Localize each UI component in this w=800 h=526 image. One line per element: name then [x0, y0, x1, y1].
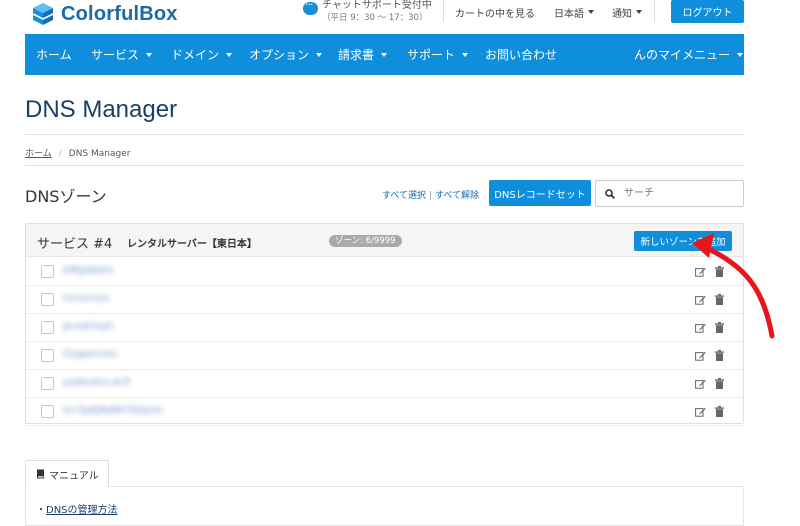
language-label: 日本語: [554, 8, 584, 20]
manual-link-dns[interactable]: DNSの管理方法: [46, 505, 118, 516]
zone-checkbox[interactable]: [41, 293, 54, 306]
chat-support[interactable]: チャットサポート受付中 （平日 9：30 ～ 17：30）: [303, 0, 432, 24]
breadcrumb-current: DNS Manager: [68, 149, 131, 159]
breadcrumb: ホーム / DNS Manager: [25, 149, 131, 159]
nav-item-options[interactable]: オプション: [249, 34, 323, 75]
chat-hours: （平日 9：30 ～ 17：30）: [322, 13, 428, 23]
nav-item-domains[interactable]: ドメイン: [171, 34, 233, 75]
chevron-down-icon: [146, 52, 153, 57]
chat-status: チャットサポート受付中: [322, 0, 432, 11]
edit-icon[interactable]: [695, 379, 706, 389]
zone-checkbox[interactable]: [41, 321, 54, 334]
zone-checkbox[interactable]: [41, 349, 54, 362]
chat-bubble-icon: [303, 0, 318, 15]
zone-row: yodevkm.dcfi: [26, 370, 743, 398]
nav-item-label: お問い合わせ: [485, 48, 558, 62]
add-zone-button[interactable]: 新しいゾーンを追加: [634, 231, 732, 251]
trash-icon[interactable]: [715, 322, 724, 333]
zone-name-link[interactable]: k9fg4pbm: [63, 265, 114, 276]
zone-row: ev-5p6j8d8h7kjlytm: [26, 398, 743, 426]
tab-manual-label: マニュアル: [49, 470, 99, 482]
nav-item-label: オプション: [249, 48, 310, 62]
nav-item-services[interactable]: サービス: [91, 34, 153, 75]
nav-item-label: 請求書: [338, 48, 375, 62]
brand-name: ColorfulBox: [61, 2, 178, 25]
book-icon: [37, 469, 44, 479]
nav-item-label: サービス: [91, 48, 140, 62]
zone-name-link[interactable]: h1nxrvzo: [63, 293, 109, 304]
nav-item-label: ドメイン: [171, 48, 220, 62]
cube-logo-icon: [32, 2, 54, 26]
zone-checkbox[interactable]: [41, 405, 54, 418]
nav-item-invoices[interactable]: 請求書: [338, 34, 388, 75]
trash-icon[interactable]: [715, 378, 724, 389]
zone-row: f1qwerrvei: [26, 342, 743, 370]
edit-icon[interactable]: [695, 407, 706, 417]
trash-icon[interactable]: [715, 266, 724, 277]
edit-icon[interactable]: [695, 323, 706, 333]
main-navbar: ホーム サービス ドメイン オプション 請求書 サポート お問い合わせ んのマイ…: [25, 34, 744, 75]
zone-checkbox[interactable]: [41, 377, 54, 390]
notifications-dropdown[interactable]: 通知: [612, 0, 642, 24]
notifications-label: 通知: [612, 8, 632, 20]
zone-count-badge: ゾーン: 6/9999: [329, 235, 402, 247]
zone-name-link[interactable]: pcxdcloyh: [63, 321, 114, 332]
chevron-down-icon: [636, 10, 642, 14]
search-field[interactable]: [595, 180, 744, 207]
service-number: サービス #4: [37, 237, 113, 252]
my-menu-label: んのマイメニュー: [634, 48, 731, 62]
service-name: レンタルサーバー【東日本】: [127, 239, 257, 250]
zone-row: pcxdcloyh: [26, 314, 743, 342]
search-icon: [605, 188, 615, 199]
zone-name-link[interactable]: f1qwerrvei: [63, 349, 116, 360]
search-input[interactable]: [624, 188, 734, 199]
trash-icon[interactable]: [715, 294, 724, 305]
divider: [25, 134, 744, 135]
select-all-link[interactable]: すべて選択: [382, 191, 426, 201]
chevron-down-icon: [588, 10, 594, 14]
chevron-down-icon: [316, 52, 323, 57]
chevron-down-icon: [737, 52, 744, 57]
logout-button[interactable]: ログアウト: [671, 0, 744, 23]
selection-links: すべて選択 | すべて解除: [382, 191, 480, 201]
nav-item-label: ホーム: [36, 48, 72, 62]
chevron-down-icon: [226, 52, 233, 57]
nav-item-home[interactable]: ホーム: [36, 34, 72, 75]
chevron-down-icon: [462, 52, 469, 57]
nav-item-label: サポート: [407, 48, 456, 62]
zone-row: k9fg4pbm: [26, 258, 743, 286]
service-panel: サービス #4 レンタルサーバー【東日本】 ゾーン: 6/9999 新しいゾーン…: [25, 223, 744, 426]
nav-my-menu[interactable]: んのマイメニュー: [634, 34, 744, 75]
manual-panel: ・DNSの管理方法: [25, 486, 744, 526]
brand-logo[interactable]: ColorfulBox: [32, 2, 178, 26]
cart-link-label: カートの中を見る: [455, 8, 535, 20]
cart-link[interactable]: カートの中を見る: [455, 0, 535, 24]
nav-item-contact[interactable]: お問い合わせ: [485, 34, 557, 75]
service-panel-header: サービス #4 レンタルサーバー【東日本】 ゾーン: 6/9999 新しいゾーン…: [26, 224, 743, 257]
zone-row: h1nxrvzo: [26, 286, 743, 314]
nav-item-support[interactable]: サポート: [407, 34, 469, 75]
zone-name-link[interactable]: yodevkm.dcfi: [63, 377, 130, 388]
zone-name-link[interactable]: ev-5p6j8d8h7kjlytm: [63, 405, 163, 416]
chevron-down-icon: [381, 52, 388, 57]
edit-icon[interactable]: [695, 267, 706, 277]
top-bar: ColorfulBox チャットサポート受付中 （平日 9：30 ～ 17：30…: [0, 0, 800, 34]
language-dropdown[interactable]: 日本語: [554, 0, 594, 24]
page-title: DNS Manager: [25, 96, 178, 123]
edit-icon[interactable]: [695, 351, 706, 361]
zone-checkbox[interactable]: [41, 265, 54, 278]
trash-icon[interactable]: [715, 350, 724, 361]
divider: [25, 165, 744, 166]
deselect-all-link[interactable]: すべて解除: [435, 191, 479, 201]
dns-record-set-button[interactable]: DNSレコードセット: [489, 180, 591, 206]
breadcrumb-home-link[interactable]: ホーム: [25, 149, 52, 159]
edit-icon[interactable]: [695, 295, 706, 305]
trash-icon[interactable]: [715, 406, 724, 417]
tab-manual[interactable]: マニュアル: [25, 460, 109, 487]
dns-zones-heading: DNSゾーン: [25, 187, 107, 206]
